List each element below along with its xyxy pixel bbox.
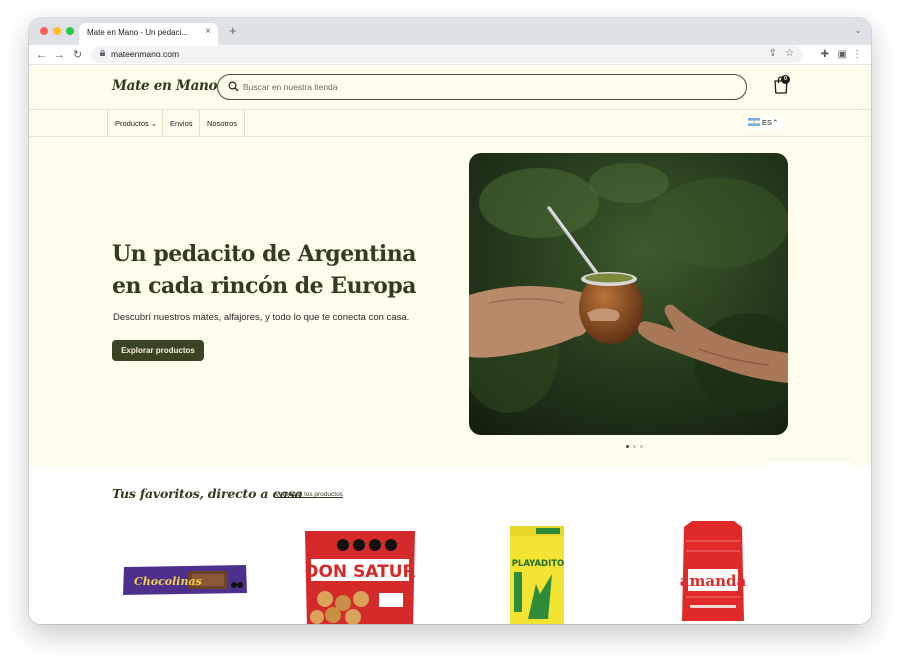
url-text: mateenmano.com	[111, 49, 180, 59]
tab-close-icon[interactable]: ×	[205, 27, 211, 37]
bookmark-star-icon[interactable]: ☆	[785, 48, 794, 60]
web-page: Mate en Mano 0 Productos ⌄ Envios Nosotr…	[29, 66, 871, 624]
nav-productos-label: Productos	[115, 119, 149, 128]
nav-nosotros[interactable]: Nosotros	[199, 110, 246, 137]
main-navigation: Productos ⌄ Envios Nosotros ES⌃	[29, 110, 871, 137]
carousel-dots	[626, 444, 650, 450]
hero-image-hands-sharing-mate	[469, 153, 788, 435]
browser-window: Mate en Mano - Un pedaci... × + ⌄ ← → ↻ …	[29, 18, 871, 624]
nav-envios[interactable]: Envios	[162, 110, 200, 137]
share-icon[interactable]: ⇪	[769, 48, 777, 60]
chat-widget-tab[interactable]	[765, 460, 853, 470]
search-bar[interactable]	[217, 74, 747, 100]
browser-menu-icon[interactable]: ⋮	[852, 48, 862, 61]
carousel-dot-3[interactable]	[640, 445, 643, 448]
close-window-button[interactable]	[40, 27, 48, 35]
address-bar[interactable]: mateenmano.com ⇪ ☆	[91, 46, 803, 63]
back-arrow-icon[interactable]: ←	[36, 47, 47, 63]
nav-productos[interactable]: Productos ⌄	[107, 110, 164, 137]
browser-toolbar: ← → ↻ mateenmano.com ⇪ ☆ ✚ ▣ ⋮	[29, 45, 871, 65]
hero-subtitle: Descubrí nuestros mates, alfajores, y to…	[113, 312, 410, 323]
product-label: amanda	[680, 572, 747, 590]
new-tab-button[interactable]: +	[229, 24, 237, 37]
product-label: PLAYADITO	[512, 559, 565, 569]
product-don-satur[interactable]: DON SATUR	[303, 529, 417, 624]
favorites-section: Tus favoritos, directo a casa Ver todos …	[29, 460, 871, 624]
chevron-down-icon: ⌄	[148, 119, 158, 128]
product-chocolinas[interactable]: Chocolinas	[122, 563, 248, 597]
tab-strip: Mate en Mano - Un pedaci... × + ⌄	[29, 18, 871, 45]
favorites-title: Tus favoritos, directo a casa	[112, 486, 303, 501]
product-label: Chocolinas	[134, 575, 202, 588]
search-input[interactable]	[243, 79, 733, 95]
tab-title: Mate en Mano - Un pedaci...	[87, 28, 188, 37]
cart-count-badge: 0	[781, 75, 790, 84]
argentina-flag-icon	[748, 118, 760, 126]
side-panel-icon[interactable]: ▣	[838, 48, 847, 61]
lock-icon	[100, 50, 105, 56]
maximize-window-button[interactable]	[66, 27, 74, 35]
carousel-dot-2[interactable]	[633, 445, 636, 448]
hero-title: Un pedacito de Argentina en cada rincón …	[112, 241, 416, 299]
site-logo[interactable]: Mate en Mano	[112, 78, 218, 94]
explore-products-button[interactable]: Explorar productos	[112, 340, 204, 361]
chevron-up-icon: ⌃	[772, 118, 779, 127]
search-icon	[228, 81, 239, 92]
product-playadito[interactable]: PLAYADITO	[508, 524, 566, 624]
tab-search-icon[interactable]: ⌄	[854, 25, 862, 36]
view-all-products-link[interactable]: Ver todos los productos	[275, 491, 343, 498]
browser-tab[interactable]: Mate en Mano - Un pedaci... ×	[79, 23, 218, 45]
forward-arrow-icon[interactable]: →	[54, 47, 65, 63]
language-code: ES	[762, 118, 773, 127]
product-amanda[interactable]: amanda	[678, 521, 748, 621]
language-selector[interactable]: ES⌃	[744, 116, 784, 130]
minimize-window-button[interactable]	[53, 27, 61, 35]
extensions-puzzle-icon[interactable]: ✚	[821, 48, 829, 61]
product-label: DON SATUR	[304, 562, 415, 582]
site-header: Mate en Mano 0	[29, 66, 871, 110]
reload-icon[interactable]: ↻	[73, 47, 82, 63]
carousel-dot-1[interactable]	[626, 445, 629, 448]
